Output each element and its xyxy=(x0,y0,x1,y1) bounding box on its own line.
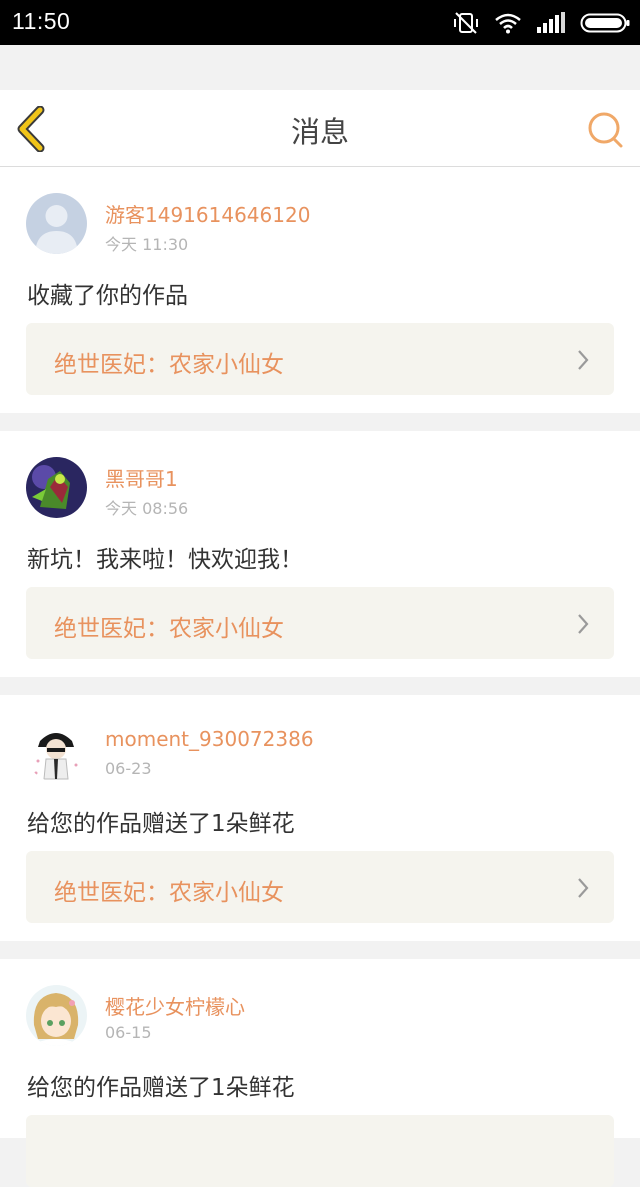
search-button[interactable] xyxy=(586,110,626,150)
avatar[interactable] xyxy=(26,457,87,518)
timestamp: 今天 08:56 xyxy=(105,499,189,518)
status-icons xyxy=(452,10,630,36)
chibi-character-avatar-icon xyxy=(26,721,87,782)
chevron-right-icon xyxy=(578,350,589,370)
battery-icon xyxy=(580,12,630,34)
message-card[interactable]: 樱花少女柠檬心 06-15 给您的作品赠送了1朵鲜花 xyxy=(0,959,640,1187)
timestamp: 06-23 xyxy=(105,759,152,778)
signal-icon xyxy=(536,12,566,34)
status-bar: 11:50 xyxy=(0,0,640,45)
status-time: 11:50 xyxy=(12,8,71,34)
vibrate-off-icon xyxy=(452,11,480,35)
header: 消息 xyxy=(0,90,640,167)
avatar[interactable] xyxy=(26,721,87,782)
username[interactable]: moment_930072386 xyxy=(105,727,314,751)
work-link[interactable]: 绝世医妃：农家小仙女 xyxy=(26,587,614,659)
message-text: 给您的作品赠送了1朵鲜花 xyxy=(27,811,295,837)
work-link[interactable] xyxy=(26,1115,614,1187)
page-title: 消息 xyxy=(290,115,349,149)
anime-girl-avatar-icon xyxy=(26,985,87,1046)
avatar[interactable] xyxy=(26,193,87,254)
message-card[interactable]: 游客1491614646120 今天 11:30 收藏了你的作品 绝世医妃：农家… xyxy=(0,167,640,413)
chevron-right-icon xyxy=(578,614,589,634)
username[interactable]: 樱花少女柠檬心 xyxy=(105,991,245,1020)
work-title: 绝世医妃：农家小仙女 xyxy=(54,880,284,906)
message-card[interactable]: 黑哥哥1 今天 08:56 新坑！我来啦！快欢迎我！ 绝世医妃：农家小仙女 xyxy=(0,431,640,677)
work-link[interactable]: 绝世医妃：农家小仙女 xyxy=(26,851,614,923)
message-text: 新坑！我来啦！快欢迎我！ xyxy=(27,547,303,573)
message-text: 给您的作品赠送了1朵鲜花 xyxy=(27,1075,295,1101)
wifi-icon xyxy=(494,12,522,34)
game-character-avatar-icon xyxy=(26,457,87,518)
work-title: 绝世医妃：农家小仙女 xyxy=(54,616,284,642)
work-title: 绝世医妃：农家小仙女 xyxy=(54,352,284,378)
default-user-avatar-icon xyxy=(26,193,87,254)
timestamp: 今天 11:30 xyxy=(105,235,189,254)
message-card[interactable]: moment_930072386 06-23 给您的作品赠送了1朵鲜花 绝世医妃… xyxy=(0,695,640,941)
message-text: 收藏了你的作品 xyxy=(27,283,188,309)
username[interactable]: 游客1491614646120 xyxy=(105,199,310,228)
chevron-right-icon xyxy=(578,878,589,898)
timestamp: 06-15 xyxy=(105,1023,152,1042)
search-icon xyxy=(588,112,623,148)
avatar[interactable] xyxy=(26,985,87,1046)
work-link[interactable]: 绝世医妃：农家小仙女 xyxy=(26,323,614,395)
username[interactable]: 黑哥哥1 xyxy=(105,463,178,492)
